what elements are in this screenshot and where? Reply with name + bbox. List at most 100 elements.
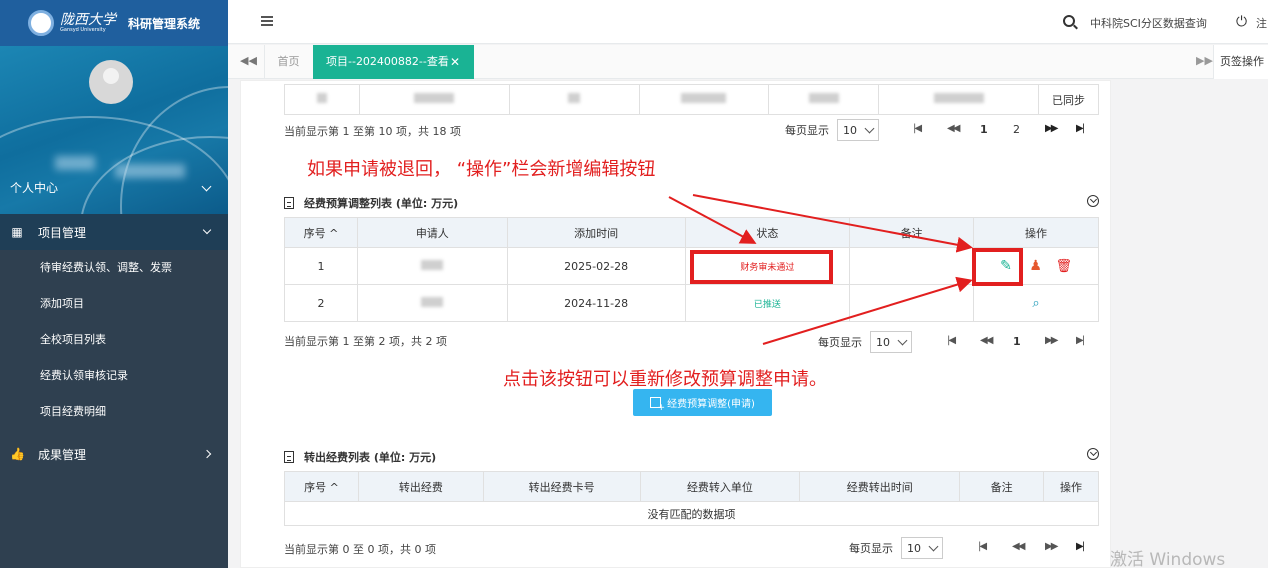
per-page-select[interactable]: 10: [870, 331, 912, 353]
sidebar-item-label: 项目管理: [38, 225, 87, 240]
collapse-icon[interactable]: [1087, 448, 1099, 460]
section-title: 转出经费列表 (单位: 万元): [304, 451, 437, 464]
page-1[interactable]: 1: [980, 123, 988, 136]
next-page-icon[interactable]: ▶▶: [1045, 335, 1058, 346]
tab-scroll-right-icon[interactable]: ▶▶: [1196, 54, 1213, 67]
menu-icon[interactable]: [261, 16, 273, 26]
view-icon[interactable]: ⌕: [1032, 296, 1039, 311]
last-page-icon[interactable]: ▶|: [1076, 123, 1085, 134]
power-icon[interactable]: ⏻: [1236, 14, 1247, 30]
per-page-control: 每页显示 10: [818, 331, 912, 353]
document-icon: [284, 197, 294, 209]
button-label: 经费预算调整(申请): [667, 399, 755, 410]
search-icon[interactable]: [1063, 15, 1075, 27]
transfer-section-title: 转出经费列表 (单位: 万元): [284, 449, 436, 465]
sidebar-subitem-all-projects[interactable]: 全校项目列表: [0, 322, 228, 358]
budget-apply-button[interactable]: 经费预算调整(申请): [633, 389, 772, 416]
next-page-icon[interactable]: ▶▶: [1045, 541, 1058, 552]
first-page-icon[interactable]: |◀: [913, 123, 922, 134]
university-logo: [28, 10, 54, 36]
sidebar-subitem-fund-details[interactable]: 项目经费明细: [0, 394, 228, 430]
thumbs-up-icon: 👍: [10, 447, 25, 461]
per-page-label: 每页显示: [818, 336, 862, 349]
sidebar-item-project-management[interactable]: ▦ 项目管理: [0, 214, 228, 250]
top-bar: 中科院SCI分区数据查询 ⏻ 注: [228, 0, 1268, 44]
applicant-cell: [356, 284, 508, 322]
collapse-icon[interactable]: [1087, 195, 1099, 207]
stamp-icon[interactable]: ♟: [1029, 258, 1042, 274]
table-cell: [508, 84, 640, 115]
main-content: 已同步 当前显示第 1 至第 10 项，共 18 项 每页显示 10 |◀ ◀◀…: [228, 80, 1268, 568]
row-index: 1: [284, 247, 358, 285]
close-icon[interactable]: ✕: [450, 45, 460, 79]
sci-query-link[interactable]: 中科院SCI分区数据查询: [1090, 15, 1207, 31]
tab-home[interactable]: 首页: [264, 45, 312, 78]
page-2[interactable]: 2: [1013, 123, 1020, 136]
column-header: 转出经费卡号: [482, 471, 641, 502]
column-header[interactable]: 序号 ^: [284, 471, 359, 502]
tab-project-view[interactable]: 项目--202400882--查看 ✕: [313, 45, 474, 79]
content-panel: 已同步 当前显示第 1 至第 10 项，共 18 项 每页显示 10 |◀ ◀◀…: [240, 80, 1111, 568]
chevron-down-icon: [864, 123, 875, 133]
chevron-right-icon: [202, 449, 212, 459]
transfer-table: 序号 ^ 转出经费 转出经费卡号 经费转入单位 经费转出时间 备注 操作 没有匹…: [284, 471, 1099, 526]
prev-page-icon[interactable]: ◀◀: [1012, 541, 1025, 552]
table-row: 2 2024-11-28 已推送 ⌕: [284, 284, 1099, 322]
page-1[interactable]: 1: [1013, 335, 1021, 348]
tab-scroll-left-icon[interactable]: ◀◀: [240, 54, 257, 67]
remark-cell: [849, 247, 975, 285]
sidebar-subitem-pending[interactable]: 待审经费认领、调整、发票: [0, 250, 228, 286]
logout-label[interactable]: 注: [1256, 15, 1268, 31]
last-page-icon[interactable]: ▶|: [1076, 335, 1085, 346]
sidebar-item-label: 成果管理: [38, 447, 87, 462]
per-page-select[interactable]: 10: [837, 119, 879, 141]
table-cell: [358, 84, 510, 115]
delete-icon[interactable]: 🗑: [1055, 259, 1072, 274]
prev-page-icon[interactable]: ◀◀: [947, 123, 960, 134]
table-info: 当前显示第 0 至 0 项，共 0 项: [284, 543, 436, 556]
column-header: 操作: [1043, 471, 1099, 502]
system-name: 科研管理系统: [128, 16, 201, 31]
tab-operations[interactable]: 页签操作: [1213, 45, 1268, 79]
brand-header: 陇西大学 Gansyd University 科研管理系统: [0, 0, 228, 46]
column-header: 备注: [849, 217, 975, 248]
column-header: 经费转出时间: [799, 471, 961, 502]
column-header: 申请人: [356, 217, 508, 248]
per-page-control: 每页显示 10: [785, 119, 879, 141]
annotation-middle: 点击该按钮可以重新修改预算调整申请。: [503, 369, 827, 390]
per-page-value: 10: [843, 123, 857, 137]
prev-page-icon[interactable]: ◀◀: [980, 335, 993, 346]
column-header[interactable]: 序号 ^: [284, 217, 358, 248]
per-page-label: 每页显示: [785, 124, 829, 137]
annotation-top: 如果申请被退回， “操作”栏会新增编辑按钮: [307, 159, 656, 180]
last-page-icon[interactable]: ▶|: [1076, 541, 1085, 552]
brand-cn: 陇西大学: [60, 12, 116, 28]
status-badge: 已推送: [753, 299, 781, 310]
sidebar-subitem-claim-records[interactable]: 经费认领审核记录: [0, 358, 228, 394]
applicant-cell: [356, 247, 508, 285]
avatar[interactable]: [89, 60, 133, 104]
sync-status: 已同步: [1038, 84, 1099, 115]
per-page-value: 10: [907, 541, 921, 555]
first-page-icon[interactable]: |◀: [978, 541, 987, 552]
remark-cell: [849, 284, 975, 322]
table-info: 当前显示第 1 至第 10 项，共 18 项: [284, 125, 461, 138]
column-header: 备注: [959, 471, 1045, 502]
next-page-icon[interactable]: ▶▶: [1045, 123, 1058, 134]
budget-section-title: 经费预算调整列表 (单位: 万元): [284, 195, 458, 211]
profile-area[interactable]: 个人中心: [0, 46, 228, 214]
table-info: 当前显示第 1 至第 2 项，共 2 项: [284, 335, 447, 348]
sidebar-item-results-management[interactable]: 👍 成果管理: [0, 437, 228, 471]
column-header: 添加时间: [506, 217, 686, 248]
per-page-select[interactable]: 10: [901, 537, 943, 559]
highlight-status: [690, 250, 833, 284]
first-page-icon[interactable]: |◀: [947, 335, 956, 346]
add-document-icon: [650, 397, 665, 413]
empty-message: 没有匹配的数据项: [284, 501, 1099, 526]
status-cell: 已推送: [684, 284, 851, 322]
column-header: 转出经费: [357, 471, 484, 502]
date-cell: 2025-02-28: [506, 247, 686, 285]
profile-wave: [120, 86, 228, 214]
sidebar-subitem-add-project[interactable]: 添加项目: [0, 286, 228, 322]
table-cell: [284, 84, 360, 115]
